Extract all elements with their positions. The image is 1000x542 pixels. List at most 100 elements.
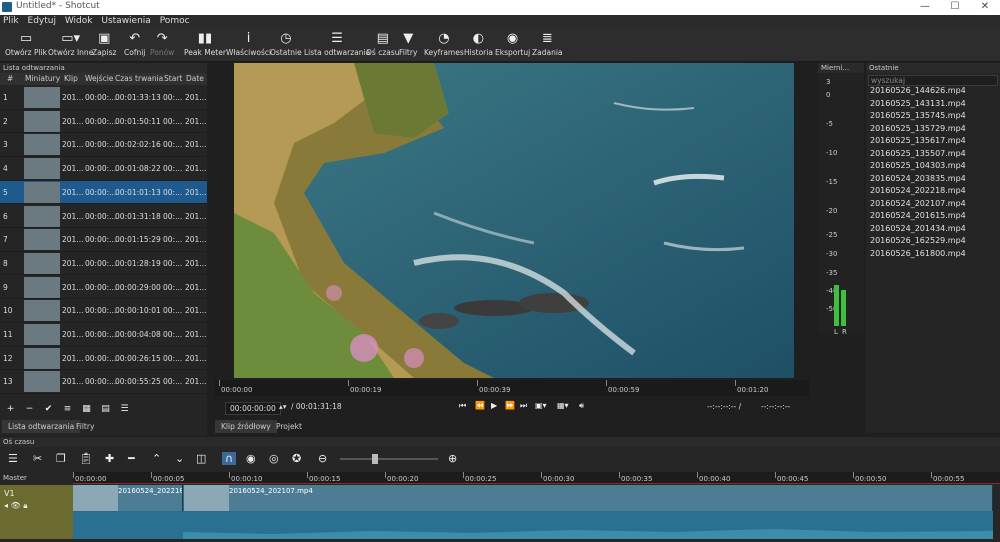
column-number[interactable]: #	[7, 73, 13, 85]
remove-icon[interactable]: ━	[128, 452, 135, 465]
zoom-icon[interactable]: ▣▾	[535, 401, 547, 410]
playlist-row[interactable]: 5 201... 00:00:... 00:01:01:13 00:... 201...	[0, 180, 207, 205]
recent-item[interactable]: 20160526_161800.mp4	[870, 249, 966, 258]
cut-icon[interactable]: ✂	[33, 452, 42, 465]
toolbar-button-redo[interactable]: ↷ Ponów	[150, 30, 174, 57]
recent-item[interactable]: 20160525_135617.mp4	[870, 136, 966, 145]
toolbar-button-keyframes[interactable]: ◔ Keyframes	[424, 30, 464, 57]
lift-icon[interactable]: ⌃	[152, 452, 161, 465]
toolbar-button-folder[interactable]: ▭ Otwórz Plik	[5, 30, 47, 57]
recent-item[interactable]: 20160524_203835.mp4	[870, 174, 966, 183]
toolbar-button-folder-open[interactable]: ▭▾ Otwórz Inne	[48, 30, 93, 57]
recent-item[interactable]: 20160524_202107.mp4	[870, 199, 966, 208]
zoom-in-icon[interactable]: ⊕	[448, 452, 457, 465]
tab-project[interactable]: Projekt	[270, 420, 308, 433]
timeline-clip[interactable]: 20160524_202218.mp4	[73, 485, 183, 511]
close-button[interactable]: ✕	[970, 0, 1000, 15]
update-icon[interactable]: ✔	[40, 403, 57, 416]
skip-next-icon[interactable]: ⏭	[520, 401, 527, 411]
toolbar-button-playlist[interactable]: ☰ Lista odtwarzania	[304, 30, 370, 57]
recent-item[interactable]: 20160525_143131.mp4	[870, 99, 966, 108]
player-scrubber[interactable]: 00:00:00 00:00:19 00:00:39 00:00:59 00:01:20	[215, 380, 809, 396]
playlist-row[interactable]: 2 201... 00:00:... 00:01:50:11 00:... 201...	[0, 110, 207, 134]
grid-icon[interactable]: ▦▾	[557, 401, 569, 410]
add-icon[interactable]: +	[2, 403, 19, 416]
menu-icon[interactable]: ☰	[116, 403, 133, 416]
playlist-row[interactable]: 3 201... 00:00:... 00:02:02:16 00:... 201...	[0, 133, 207, 157]
split-icon[interactable]: ◫	[196, 452, 206, 465]
maximize-button[interactable]: ☐	[940, 0, 970, 15]
recent-item[interactable]: 20160524_201434.mp4	[870, 224, 966, 233]
menu-edytuj[interactable]: Edytuj	[25, 15, 59, 28]
column-in[interactable]: Wejście	[85, 73, 113, 85]
column-clip[interactable]: Klip	[64, 73, 78, 85]
recent-item[interactable]: 20160526_144626.mp4	[870, 86, 966, 95]
fast-forward-icon[interactable]: ⏩	[505, 401, 515, 410]
append-icon[interactable]: ✚	[105, 452, 114, 465]
toolbar-button-undo[interactable]: ↶ Cofnij	[124, 30, 145, 57]
toolbar-button-properties[interactable]: i Właściwości	[226, 30, 271, 57]
toolbar-button-peak-meter[interactable]: ▮▮ Peak Meter	[184, 30, 226, 57]
track-header-v1[interactable]: V1 ◂ 👁︎ 🔒︎	[0, 485, 73, 539]
playlist-row[interactable]: 11 201... 00:00:... 00:00:04:08 00:... 201...	[0, 323, 207, 347]
menu-plik[interactable]: Plik	[0, 15, 22, 28]
rewind-icon[interactable]: ⏪	[475, 401, 485, 410]
playlist-row[interactable]: 1 201... 00:00:... 00:01:33:13 00:... 201...	[0, 86, 207, 110]
zoom-out-icon[interactable]: ⊖	[318, 452, 327, 465]
skip-previous-icon[interactable]: ⏮	[459, 401, 466, 411]
playlist-row[interactable]: 8 201... 00:00:... 00:01:28:19 00:... 201...	[0, 252, 207, 276]
playlist-row[interactable]: 9 201... 00:00:... 00:00:29:00 00:... 201...	[0, 276, 207, 300]
recent-item[interactable]: 20160525_135507.mp4	[870, 149, 966, 158]
details-view-icon[interactable]: ≡	[59, 403, 76, 416]
tab-source[interactable]: Klip źródłowy	[215, 420, 277, 433]
snap-icon[interactable]: ∩	[222, 452, 237, 465]
remove-icon[interactable]: −	[21, 403, 38, 416]
toolbar-button-history[interactable]: ◐ Historia	[464, 30, 493, 57]
playlist-row[interactable]: 12 201... 00:00:... 00:00:26:15 00:... 201...	[0, 347, 207, 371]
playlist-row[interactable]: 7 201... 00:00:... 00:01:15:29 00:... 201...	[0, 228, 207, 252]
minimize-button[interactable]: —	[910, 0, 940, 15]
menu-pomoc[interactable]: Pomoc	[157, 15, 193, 28]
play-icon[interactable]: ▶	[491, 401, 497, 410]
column-thumbnails[interactable]: Miniatury	[25, 73, 60, 85]
video-preview[interactable]	[234, 63, 794, 378]
recent-item[interactable]: 20160524_202218.mp4	[870, 186, 966, 195]
timeline-menu-icon[interactable]: ☰	[8, 452, 18, 465]
toolbar-button-save[interactable]: ▣ Zapisz	[92, 30, 116, 57]
recent-item[interactable]: 20160525_104303.mp4	[870, 161, 966, 170]
toolbar-button-export[interactable]: ◉ Eksportuj	[495, 30, 530, 57]
recent-item[interactable]: 20160524_201615.mp4	[870, 211, 966, 220]
menu-ustawienia[interactable]: Ustawienia	[98, 15, 153, 28]
recent-search-input[interactable]: wyszukaj	[868, 75, 998, 86]
playlist-row[interactable]: 6 201... 00:00:... 00:01:31:18 00:... 201...	[0, 205, 207, 228]
tiles-view-icon[interactable]: ▦	[78, 403, 95, 416]
volume-icon[interactable]: 🔊︎	[579, 401, 584, 411]
column-start[interactable]: Start	[164, 73, 182, 85]
ripple-icon[interactable]: ◎	[269, 452, 279, 465]
scrub-icon[interactable]: ◉	[246, 452, 256, 465]
recent-item[interactable]: 20160525_135745.mp4	[870, 111, 966, 120]
zoom-slider[interactable]	[340, 458, 438, 460]
playlist-row[interactable]: 4 201... 00:00:... 00:01:08:22 00:... 201...	[0, 157, 207, 181]
toolbar-button-filter[interactable]: ▼ Filtry	[399, 30, 417, 57]
toolbar-button-timeline[interactable]: ▤ Oś czasu	[366, 30, 400, 57]
track-v1[interactable]: 20160524_202218.mp4 20160524_202107.mp4	[73, 485, 993, 539]
toolbar-button-jobs[interactable]: ≣ Zadania	[532, 30, 563, 57]
column-duration[interactable]: Czas trwania	[115, 73, 163, 85]
playlist-row[interactable]: 13 201... 00:00:... 00:00:55:25 00:... 201...	[0, 370, 207, 394]
zoom-slider-handle[interactable]	[372, 454, 378, 464]
ripple-all-icon[interactable]: ✪	[292, 452, 301, 465]
tab-filters[interactable]: Filtry	[70, 420, 100, 433]
paste-icon[interactable]: 📋︎	[79, 452, 93, 465]
toolbar-button-recent[interactable]: ◷ Ostatnie	[270, 30, 302, 57]
position-timecode[interactable]: 00:00:00:00	[225, 402, 281, 415]
playlist-row[interactable]: 10 201... 00:00:... 00:00:10:01 00:... 201...	[0, 299, 207, 323]
copy-icon[interactable]: ❐	[56, 452, 66, 465]
icons-view-icon[interactable]: ▤	[97, 403, 114, 416]
tab-playlist[interactable]: Lista odtwarzania	[2, 420, 81, 433]
column-date[interactable]: Date	[186, 73, 204, 85]
timeline-ruler[interactable]: 00:00:00 00:00:05 00:00:10 00:00:15 00:00:20…	[73, 472, 1000, 484]
recent-item[interactable]: 20160525_135729.mp4	[870, 124, 966, 133]
track-controls[interactable]: ◂ 👁︎ 🔒︎	[4, 501, 28, 511]
overwrite-icon[interactable]: ⌄	[175, 452, 184, 465]
